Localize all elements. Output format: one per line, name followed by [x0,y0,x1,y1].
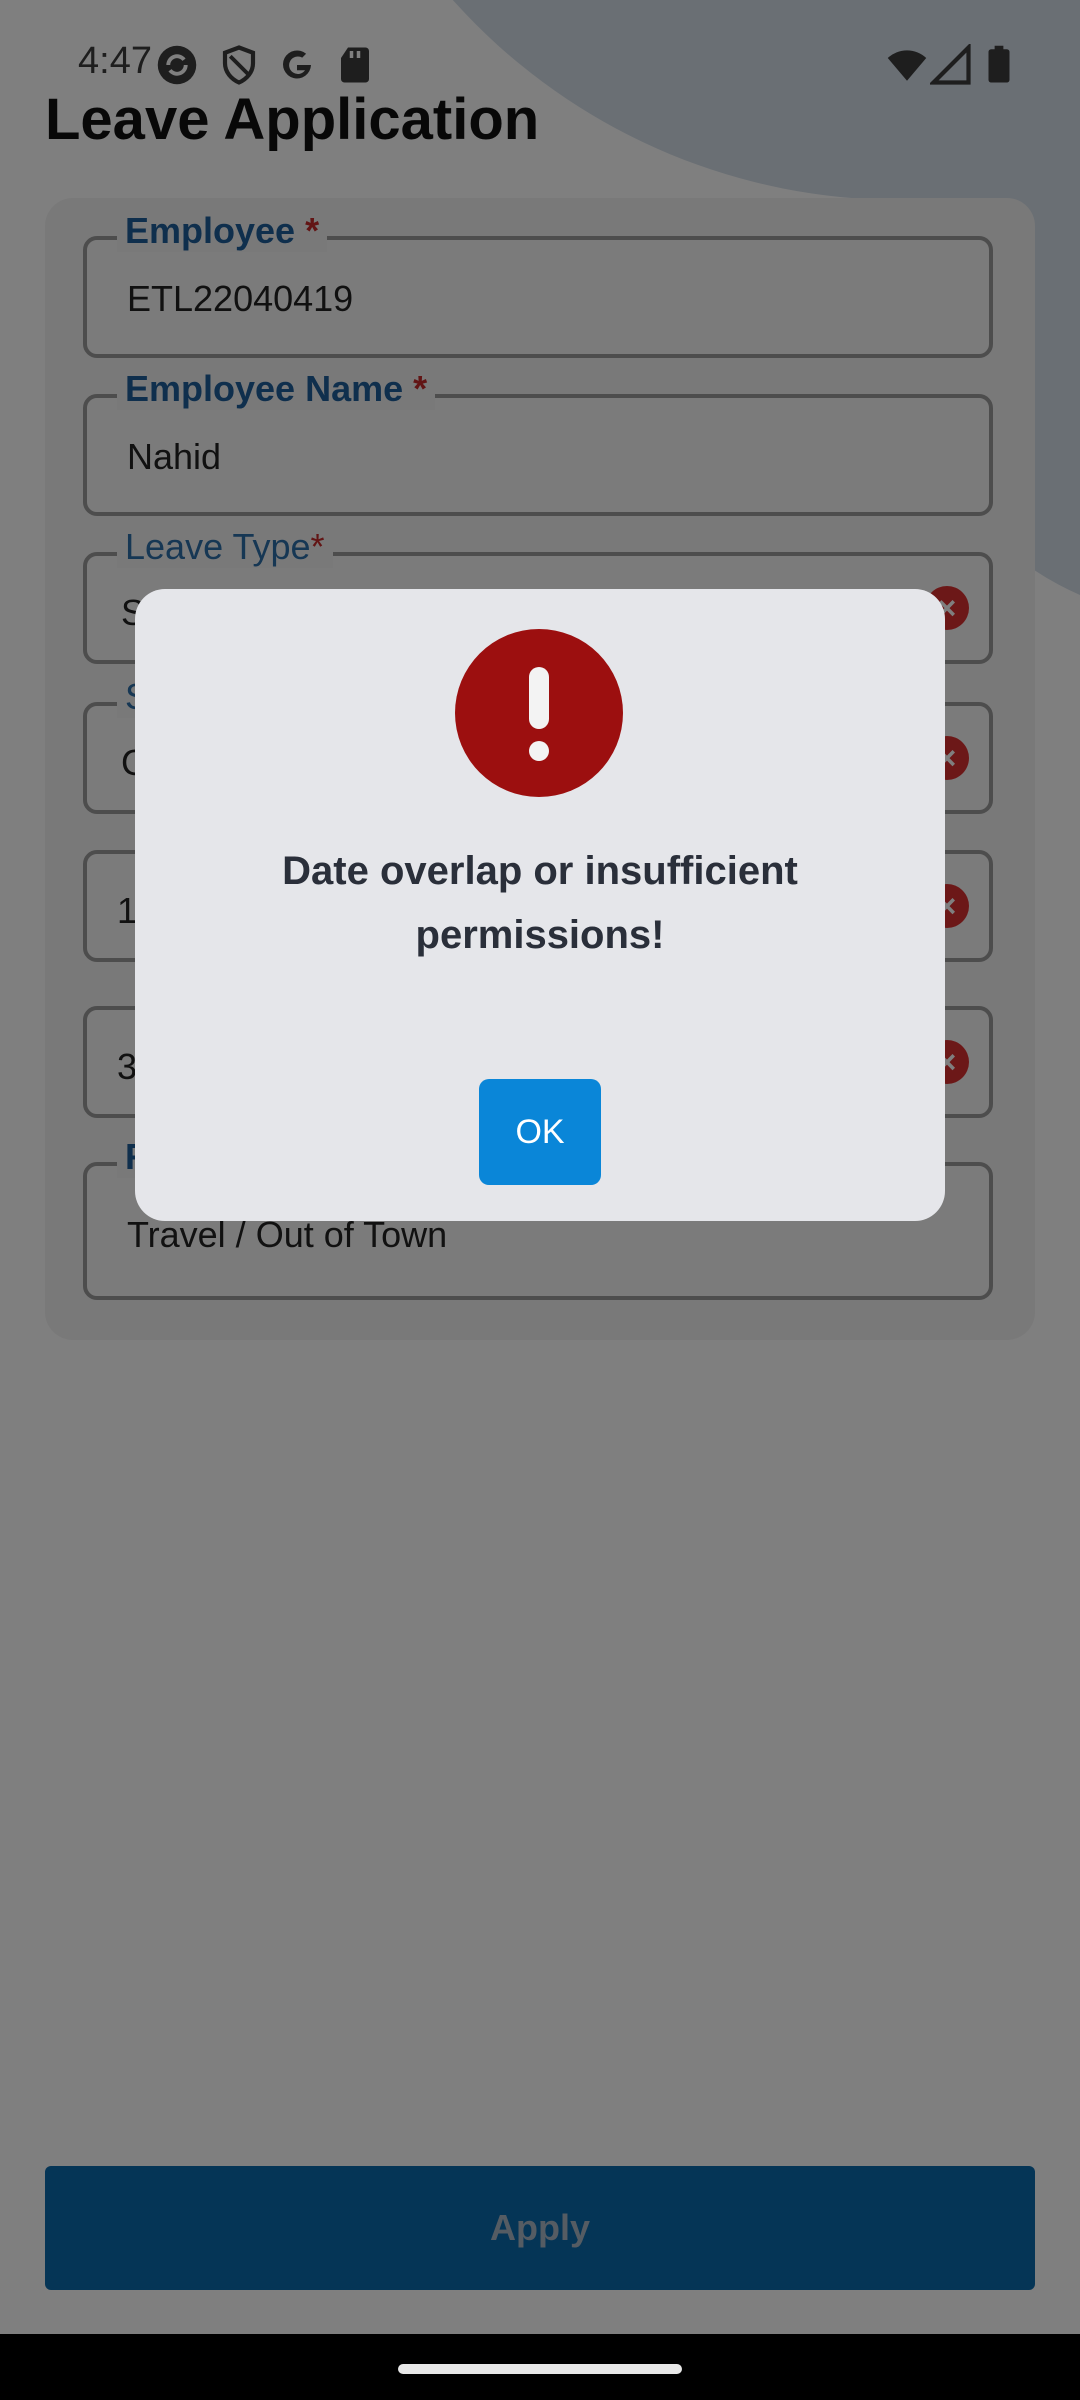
ok-button[interactable]: OK [479,1079,601,1185]
exclamation-icon [455,629,623,797]
navigation-bar [0,2334,1080,2400]
app-screen: 4:47 Leave Application Employee * ETL220… [0,0,1080,2400]
home-gesture-handle[interactable] [398,2364,682,2374]
dialog-message: Date overlap or insufficient permissions… [282,849,798,957]
alert-dialog: Date overlap or insufficient permissions… [135,589,945,1221]
